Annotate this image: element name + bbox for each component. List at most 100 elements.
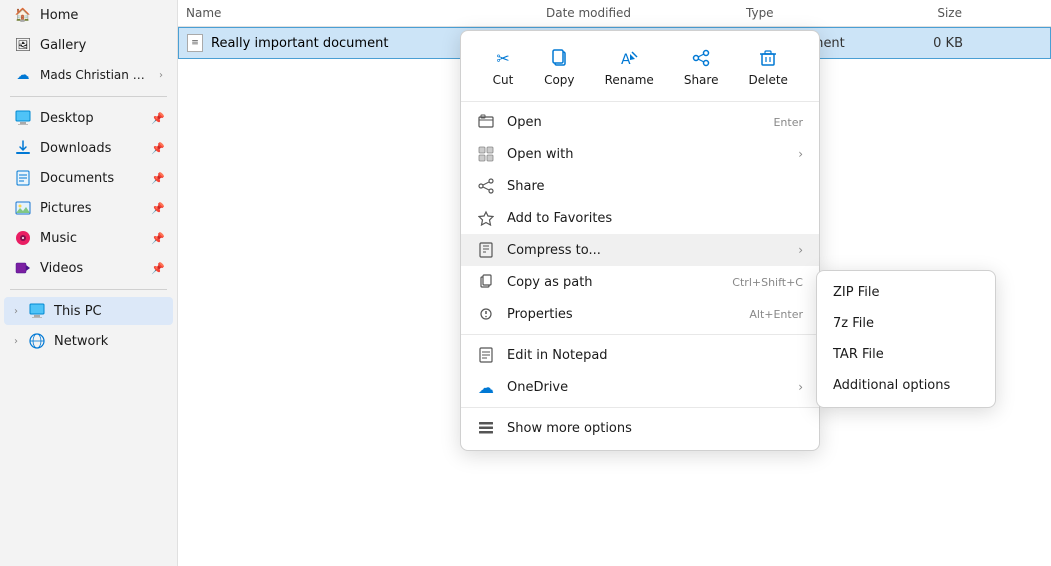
onedrive-icon: ☁ (477, 378, 495, 396)
cut-icon: ✂ (492, 47, 514, 69)
sidebar-item-gallery-label: Gallery (40, 38, 86, 53)
sidebar-item-cloud-label: Mads Christian Moz (40, 68, 149, 82)
cm-copy-path-shortcut: Ctrl+Shift+C (732, 276, 803, 289)
sidebar-item-home-label: Home (40, 8, 78, 23)
sidebar-item-music-label: Music (40, 231, 77, 246)
submenu-additional-label: Additional options (833, 378, 950, 393)
cm-item-copy-path[interactable]: Copy as path Ctrl+Shift+C (461, 266, 819, 298)
cm-compress-label: Compress to... (507, 243, 786, 258)
copy-path-icon (477, 273, 495, 291)
sidebar-item-network[interactable]: › Network (4, 327, 173, 355)
cm-share-button[interactable]: Share (674, 43, 729, 91)
submenu-item-tar[interactable]: TAR File (817, 339, 995, 370)
cm-copy-path-label: Copy as path (507, 275, 720, 290)
sidebar-item-gallery[interactable]: 🖼 Gallery (4, 31, 173, 59)
cloud-icon: ☁ (14, 66, 32, 84)
sidebar-item-desktop-label: Desktop (40, 111, 94, 126)
cm-toolbar: ✂ Cut Copy A Rename Share (461, 37, 819, 102)
col-header-size: Size (898, 4, 978, 22)
cm-item-compress[interactable]: Compress to... › (461, 234, 819, 266)
col-header-date: Date modified (538, 4, 738, 22)
pictures-icon (14, 199, 32, 217)
cm-favorites-label: Add to Favorites (507, 211, 803, 226)
sidebar-item-documents[interactable]: Documents 📌 (4, 164, 173, 192)
cm-onedrive-label: OneDrive (507, 380, 786, 395)
documents-icon (14, 169, 32, 187)
cm-cut-label: Cut (493, 73, 514, 87)
submenu-7z-label: 7z File (833, 316, 874, 331)
file-doc-icon (187, 34, 203, 52)
divider-1 (10, 96, 167, 97)
cm-delete-label: Delete (749, 73, 788, 87)
sidebar-item-home[interactable]: 🏠 Home (4, 1, 173, 29)
sidebar-item-pictures-label: Pictures (40, 201, 91, 216)
svg-text:A: A (621, 52, 631, 68)
pin-icon-music: 📌 (151, 232, 165, 245)
cm-item-onedrive[interactable]: ☁ OneDrive › (461, 371, 819, 403)
file-size-cell: 0 KB (899, 34, 979, 53)
sidebar-item-music[interactable]: Music 📌 (4, 224, 173, 252)
sidebar-item-documents-label: Documents (40, 171, 114, 186)
desktop-icon (14, 109, 32, 127)
col-header-name: Name (178, 4, 538, 22)
cm-item-open-with[interactable]: Open with › (461, 138, 819, 170)
cm-open-with-label: Open with (507, 147, 786, 162)
context-menu: ✂ Cut Copy A Rename Share (460, 30, 820, 451)
submenu-item-zip[interactable]: ZIP File (817, 277, 995, 308)
sidebar-item-pictures[interactable]: Pictures 📌 (4, 194, 173, 222)
cm-delete-button[interactable]: Delete (739, 43, 798, 91)
submenu-item-7z[interactable]: 7z File (817, 308, 995, 339)
properties-icon (477, 305, 495, 323)
submenu-tar-label: TAR File (833, 347, 884, 362)
cm-item-properties[interactable]: Properties Alt+Enter (461, 298, 819, 330)
show-more-icon (477, 419, 495, 437)
sidebar-item-downloads-label: Downloads (40, 141, 111, 156)
cm-item-open[interactable]: Open Enter (461, 106, 819, 138)
file-name-text: Really important document (211, 36, 388, 51)
sidebar-item-videos[interactable]: Videos 📌 (4, 254, 173, 282)
sidebar-item-this-pc[interactable]: › This PC (4, 297, 173, 325)
pin-icon-documents: 📌 (151, 172, 165, 185)
cm-item-notepad[interactable]: Edit in Notepad (461, 339, 819, 371)
cm-copy-label: Copy (544, 73, 574, 87)
chevron-this-pc: › (14, 306, 18, 317)
cm-compress-arrow: › (798, 243, 803, 257)
cm-share-label: Share (684, 73, 719, 87)
cm-notepad-label: Edit in Notepad (507, 348, 803, 363)
downloads-icon (14, 139, 32, 157)
pin-icon-videos: 📌 (151, 262, 165, 275)
notepad-icon (477, 346, 495, 364)
cm-item-show-more[interactable]: Show more options (461, 412, 819, 444)
col-header-type: Type (738, 4, 898, 22)
sidebar-item-videos-label: Videos (40, 261, 83, 276)
pin-icon-downloads: 📌 (151, 142, 165, 155)
delete-icon (757, 47, 779, 69)
divider-2 (10, 289, 167, 290)
sidebar-item-cloud[interactable]: ☁ Mads Christian Moz › (4, 61, 173, 89)
cm-show-more-label: Show more options (507, 421, 803, 436)
copy-icon (548, 47, 570, 69)
rename-icon: A (618, 47, 640, 69)
cm-cut-button[interactable]: ✂ Cut (482, 43, 524, 91)
cm-item-add-favorites[interactable]: Add to Favorites (461, 202, 819, 234)
cm-rename-button[interactable]: A Rename (595, 43, 664, 91)
cm-open-with-arrow: › (798, 147, 803, 161)
submenu-item-additional[interactable]: Additional options (817, 370, 995, 401)
sidebar-item-network-label: Network (54, 334, 108, 349)
cm-open-shortcut: Enter (773, 116, 803, 129)
pin-icon-pictures: 📌 (151, 202, 165, 215)
compress-icon (477, 241, 495, 259)
open-with-icon (477, 145, 495, 163)
home-icon: 🏠 (14, 6, 32, 24)
gallery-icon: 🖼 (14, 36, 32, 54)
cm-onedrive-arrow: › (798, 380, 803, 394)
cm-copy-button[interactable]: Copy (534, 43, 584, 91)
compress-submenu: ZIP File 7z File TAR File Additional opt… (816, 270, 996, 408)
sidebar-item-downloads[interactable]: Downloads 📌 (4, 134, 173, 162)
cm-share-icon (477, 177, 495, 195)
sidebar-item-desktop[interactable]: Desktop 📌 (4, 104, 173, 132)
file-list-header: Name Date modified Type Size (178, 0, 1051, 27)
cm-properties-label: Properties (507, 307, 737, 322)
cm-item-share[interactable]: Share (461, 170, 819, 202)
chevron-network: › (14, 336, 18, 347)
